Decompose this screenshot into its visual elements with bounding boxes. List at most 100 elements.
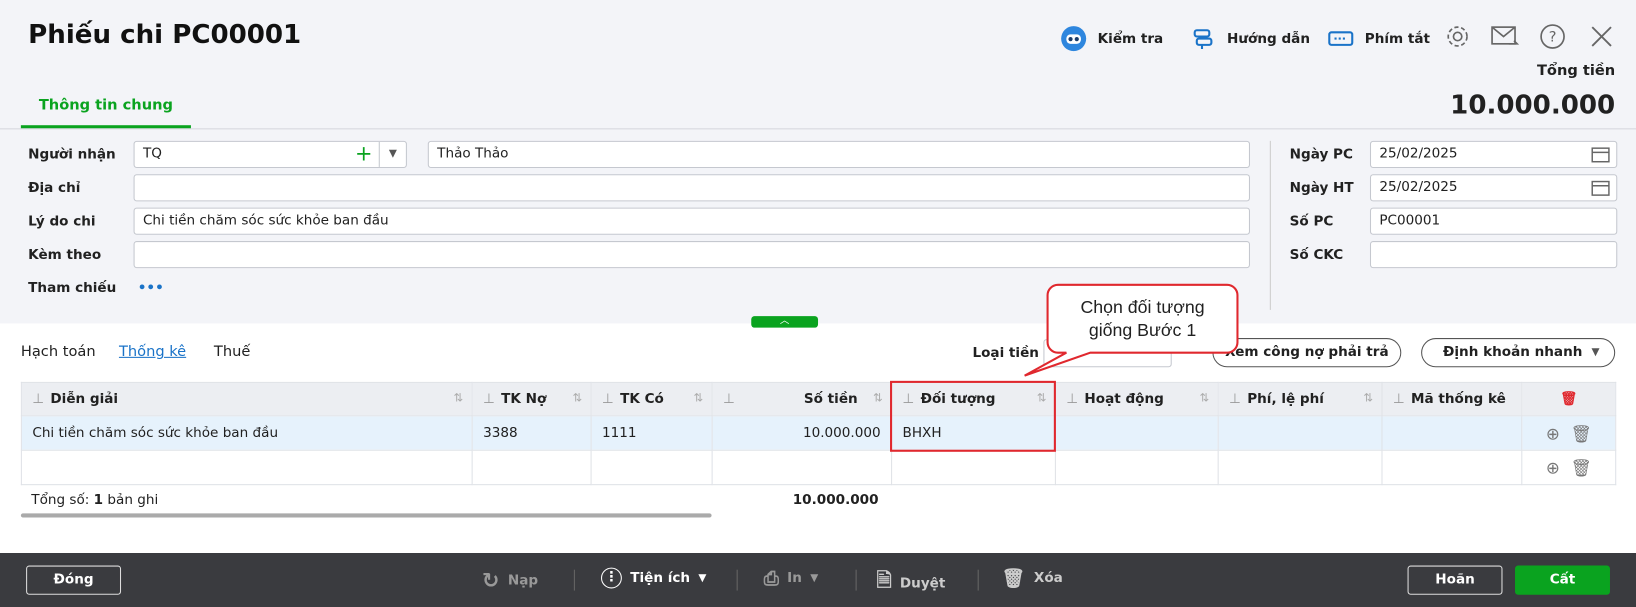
svg-text:?: ? xyxy=(1549,29,1557,46)
recipient-code-input[interactable]: TQ + ▼ xyxy=(133,140,407,168)
pin-icon: ⊥ xyxy=(1392,391,1405,407)
pin-icon: ⊥ xyxy=(1229,391,1241,407)
col-credit[interactable]: ⊥ TK Có ⇅ xyxy=(590,381,713,417)
sort-icon: ⇅ xyxy=(453,391,464,405)
col-amount[interactable]: ⊥ Số tiền ⇅ xyxy=(711,381,893,417)
separator xyxy=(573,569,575,591)
quick-entry-button[interactable]: Định khoản nhanh ▼ xyxy=(1421,338,1616,368)
posting-date-label: Ngày HT xyxy=(1289,180,1354,197)
printer-icon: ⎙ xyxy=(763,567,779,590)
ckc-no-input[interactable] xyxy=(1369,241,1618,269)
col-fee[interactable]: ⊥ Phí, lệ phí ⇅ xyxy=(1217,381,1383,417)
table-row-empty[interactable]: ⊕ 🗑 xyxy=(20,449,1617,486)
close-icon[interactable] xyxy=(1588,23,1615,54)
separator xyxy=(977,569,979,591)
delete-row-icon[interactable]: 🗑 xyxy=(1570,423,1591,443)
reason-label: Lý do chi xyxy=(28,213,96,230)
voucher-date-label: Ngày PC xyxy=(1289,147,1353,163)
calendar-icon[interactable] xyxy=(1591,146,1610,172)
attachment-input[interactable] xyxy=(133,241,1250,269)
reference-label: Tham chiếu xyxy=(28,280,117,297)
delete-row-icon[interactable]: 🗑 xyxy=(1570,458,1591,478)
table-total: 10.000.000 xyxy=(792,492,879,509)
footer-toolbar: Đóng ↻ Nạp ⋮ Tiện ích ▼ ⎙ In ▼ 🗎 Duyệt 🗑 Xóa Ho… xyxy=(0,553,1636,607)
sort-icon: ⇅ xyxy=(1199,391,1210,405)
sort-icon: ⇅ xyxy=(693,391,704,405)
reload-icon: ↻ xyxy=(482,567,500,593)
sort-icon: ⇅ xyxy=(1363,391,1374,405)
pin-icon: ⊥ xyxy=(723,391,735,407)
guide-button[interactable]: Hướng dẫn xyxy=(1189,25,1310,52)
voucher-window: Phiếu chi PC00001 Kiểm tra Hướng dẫn Phí… xyxy=(0,0,1636,607)
postpone-button[interactable]: Hoãn xyxy=(1407,565,1503,595)
add-row-icon[interactable]: ⊕ xyxy=(1546,423,1560,443)
save-button[interactable]: Cất xyxy=(1515,565,1610,595)
recipient-name-input[interactable]: Thảo Thảo xyxy=(427,140,1250,168)
record-count: Tổng số: 1 bản ghi xyxy=(31,492,159,509)
voucher-date-input[interactable]: 25/02/2025 xyxy=(1369,140,1618,168)
tab-general-info[interactable]: Thông tin chung xyxy=(20,92,191,129)
voucher-no-label: Số PC xyxy=(1289,213,1334,230)
detail-table: ⊥ Diễn giải ⇅ ⊥ TK Nợ ⇅ ⊥ TK Có ⇅ ⊥ Số tiền ⇅ ⊥ Đ… xyxy=(20,381,1617,486)
pin-icon: ⊥ xyxy=(483,391,495,407)
col-activity[interactable]: ⊥ Hoạt động ⇅ xyxy=(1054,381,1219,417)
chevron-down-icon: ▼ xyxy=(1591,346,1600,358)
close-button[interactable]: Đóng xyxy=(26,565,122,595)
address-label: Địa chỉ xyxy=(28,180,81,197)
tab-accounting[interactable]: Hạch toán xyxy=(21,343,96,360)
pin-icon: ⊥ xyxy=(32,391,45,407)
sort-icon: ⇅ xyxy=(873,391,883,405)
help-icon[interactable]: ? xyxy=(1539,23,1566,54)
chevron-down-icon: ▼ xyxy=(698,572,707,584)
table-header: ⊥ Diễn giải ⇅ ⊥ TK Nợ ⇅ ⊥ TK Có ⇅ ⊥ Số tiền ⇅ ⊥ Đ… xyxy=(20,381,1617,417)
divider xyxy=(0,128,1636,130)
tab-statistics[interactable]: Thống kê xyxy=(119,343,186,360)
more-vertical-icon: ⋮ xyxy=(600,567,622,589)
chevron-down-icon: ▼ xyxy=(810,572,819,585)
total-value: 10.000.000 xyxy=(1450,89,1616,120)
page-title: Phiếu chi PC00001 xyxy=(28,18,302,50)
keyboard-icon xyxy=(1327,25,1354,52)
col-description[interactable]: ⊥ Diễn giải ⇅ xyxy=(20,381,473,417)
gear-icon[interactable] xyxy=(1444,23,1471,54)
mail-forward-icon[interactable] xyxy=(1490,23,1520,54)
highlight-box xyxy=(890,380,1056,452)
ckc-no-label: Số CKC xyxy=(1289,247,1344,263)
utilities-button[interactable]: ⋮ Tiện ích ▼ xyxy=(600,567,707,589)
add-row-icon[interactable]: ⊕ xyxy=(1546,458,1560,478)
horizontal-scrollbar[interactable] xyxy=(20,513,712,518)
document-icon: 🗎 xyxy=(876,569,892,592)
attachment-label: Kèm theo xyxy=(28,247,102,263)
sort-icon: ⇅ xyxy=(572,391,583,405)
trash-icon: 🗑 xyxy=(1001,567,1026,590)
collapse-toggle-icon[interactable]: ︿ xyxy=(751,316,819,328)
vertical-divider xyxy=(1269,140,1271,310)
tab-tax[interactable]: Thuế xyxy=(214,343,250,360)
callout-text: Chọn đối tượng giống Bước 1 xyxy=(1080,297,1205,341)
recipient-label: Người nhận xyxy=(28,147,116,163)
col-stat-code[interactable]: ⊥ Mã thống kê xyxy=(1381,381,1523,417)
separator xyxy=(736,569,738,591)
reload-button[interactable]: ↻ Nạp xyxy=(482,568,538,593)
separator xyxy=(855,569,857,591)
table-row[interactable]: Chi tiền chăm sóc sức khỏe ban đầu 3388 11… xyxy=(20,415,1617,451)
delete-button[interactable]: 🗑 Xóa xyxy=(1002,568,1063,590)
print-button[interactable]: ⎙ In ▼ xyxy=(764,568,818,590)
add-icon[interactable]: + xyxy=(355,142,372,165)
reference-more-button[interactable]: ••• xyxy=(138,281,164,297)
reason-input[interactable]: Chi tiền chăm sóc sức khỏe ban đầu xyxy=(133,207,1250,235)
shortcuts-button[interactable]: Phím tắt xyxy=(1327,25,1430,52)
pin-icon: ⊥ xyxy=(602,391,614,407)
total-label: Tổng tiền xyxy=(1536,62,1616,80)
approve-button[interactable]: 🗎 Duyệt xyxy=(876,568,945,599)
address-input[interactable] xyxy=(133,174,1250,202)
voucher-no-input[interactable]: PC00001 xyxy=(1369,207,1618,235)
robot-icon xyxy=(1060,25,1087,52)
delete-all-icon[interactable]: 🗑 xyxy=(1521,381,1617,417)
posting-date-input[interactable]: 25/02/2025 xyxy=(1369,174,1618,202)
calendar-icon[interactable] xyxy=(1591,179,1610,205)
pin-icon: ⊥ xyxy=(1066,391,1079,407)
check-button[interactable]: Kiểm tra xyxy=(1060,25,1163,52)
col-debit[interactable]: ⊥ TK Nợ ⇅ xyxy=(471,381,592,417)
chevron-down-icon[interactable]: ▼ xyxy=(378,141,406,167)
